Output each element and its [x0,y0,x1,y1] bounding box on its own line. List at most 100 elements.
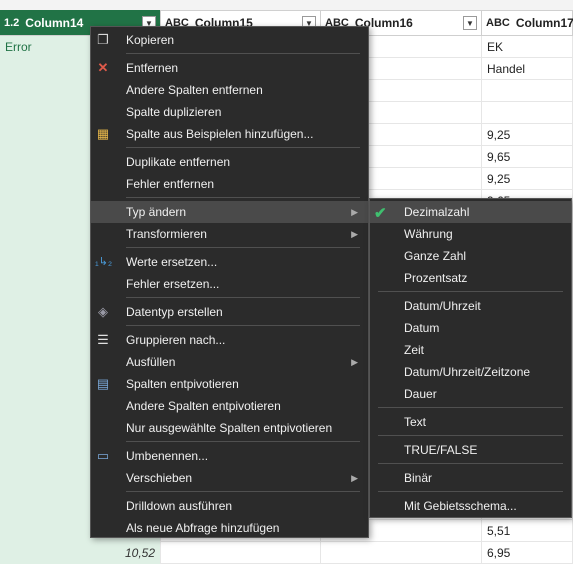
menu-item-label: Duplikate entfernen [126,155,231,169]
table-cell[interactable]: 9,25 [482,168,573,190]
copy-icon: ❐ [97,32,109,47]
menu-item-replace-values[interactable]: ₁↳₂ Werte ersetzen... [91,251,368,273]
type-option-duration[interactable]: Dauer [370,383,571,405]
menu-item-remove-other-columns[interactable]: Andere Spalten entfernen [91,79,368,101]
menu-item-label: Verschieben [126,471,193,485]
menu-item-label: Fehler ersetzen... [126,277,220,291]
menu-item-label: Datum/Uhrzeit/Zeitzone [404,365,531,379]
menu-item-remove[interactable]: ✕ Entfernen [91,57,368,79]
table-row: 10,52 6,95 [0,542,573,564]
menu-item-fill[interactable]: Ausfüllen ▶ [91,351,368,373]
menu-item-label: TRUE/FALSE [404,443,478,457]
type-option-datetime[interactable]: Datum/Uhrzeit [370,295,571,317]
submenu-arrow-icon: ▶ [351,357,358,367]
submenu-arrow-icon: ▶ [351,207,358,217]
table-cell[interactable] [482,80,573,102]
rename-icon: ▭ [96,448,110,463]
menu-item-remove-errors[interactable]: Fehler entfernen [91,173,368,195]
table-cell[interactable] [482,102,573,124]
menu-item-label: Dezimalzahl [404,205,470,219]
menu-item-label: Entfernen [126,61,179,75]
menu-separator [126,197,360,198]
menu-separator [378,291,563,292]
add-column-icon: ▦ [96,126,110,141]
submenu-arrow-icon: ▶ [351,229,358,239]
table-cell[interactable]: 5,51 [482,520,573,542]
type-option-currency[interactable]: Währung [370,223,571,245]
table-cell[interactable]: EK [482,36,573,58]
column-header-label: Column14 [25,15,84,30]
menu-item-label: Als neue Abfrage hinzufügen [126,521,280,535]
menu-item-duplicate-column[interactable]: Spalte duplizieren [91,101,368,123]
table-cell[interactable]: Handel [482,58,573,80]
type-option-text[interactable]: Text [370,411,571,433]
type-option-time[interactable]: Zeit [370,339,571,361]
menu-item-transform[interactable]: Transformieren ▶ [91,223,368,245]
menu-item-group-by[interactable]: ☰ Gruppieren nach... [91,329,368,351]
menu-separator [126,325,360,326]
menu-separator [126,147,360,148]
type-option-percentage[interactable]: Prozentsatz [370,267,571,289]
table-cell[interactable] [321,542,482,564]
menu-separator [378,435,563,436]
table-cell[interactable]: 10,52 [0,542,161,564]
menu-separator [378,463,563,464]
table-cell[interactable] [161,542,321,564]
column-context-menu: ❐ Kopieren ✕ Entfernen Andere Spalten en… [90,26,369,538]
type-option-whole-number[interactable]: Ganze Zahl [370,245,571,267]
menu-item-move[interactable]: Verschieben ▶ [91,467,368,489]
menu-separator [126,441,360,442]
data-type-icon: ◈ [98,304,108,319]
type-option-binary[interactable]: Binär [370,467,571,489]
menu-item-label: Zeit [404,343,425,357]
menu-separator [126,297,360,298]
menu-item-change-type[interactable]: Typ ändern ▶ [91,201,368,223]
menu-item-create-data-type[interactable]: ◈ Datentyp erstellen [91,301,368,323]
check-icon: ✔ [374,205,387,222]
menu-item-label: Mit Gebietsschema... [404,499,517,513]
menu-item-label: Währung [404,227,453,241]
remove-icon: ✕ [97,60,109,75]
menu-item-add-as-new-query[interactable]: Als neue Abfrage hinzufügen [91,517,368,539]
table-cell[interactable]: 9,25 [482,124,573,146]
menu-item-drilldown[interactable]: Drilldown ausführen [91,495,368,517]
type-option-decimal[interactable]: ✔ Dezimalzahl [370,201,571,223]
menu-item-remove-duplicates[interactable]: Duplikate entfernen [91,151,368,173]
type-option-datetimezone[interactable]: Datum/Uhrzeit/Zeitzone [370,361,571,383]
menu-separator [378,407,563,408]
menu-item-label: Dauer [404,387,437,401]
menu-item-unpivot-selected-columns[interactable]: Nur ausgewählte Spalten entpivotieren [91,417,368,439]
menu-separator [126,53,360,54]
menu-item-label: Text [404,415,427,429]
table-cell[interactable]: 9,65 [482,146,573,168]
menu-item-label: Datum/Uhrzeit [404,299,481,313]
menu-item-copy[interactable]: ❐ Kopieren [91,29,368,51]
menu-item-replace-errors[interactable]: Fehler ersetzen... [91,273,368,295]
menu-item-label: Spalte aus Beispielen hinzufügen... [126,127,314,141]
menu-item-unpivot-columns[interactable]: ▤ Spalten entpivotieren [91,373,368,395]
menu-item-label: Kopieren [126,33,175,47]
filter-dropdown-icon[interactable]: ▼ [463,16,477,30]
table-cell[interactable]: 6,95 [482,542,573,564]
type-option-using-locale[interactable]: Mit Gebietsschema... [370,495,571,517]
unpivot-icon: ▤ [96,376,110,391]
menu-item-rename[interactable]: ▭ Umbenennen... [91,445,368,467]
menu-item-label: Datentyp erstellen [126,305,223,319]
menu-separator [378,491,563,492]
menu-item-add-column-from-examples[interactable]: ▦ Spalte aus Beispielen hinzufügen... [91,123,368,145]
column-type-indicator[interactable]: 1.2 [4,17,19,29]
replace-values-icon: ₁↳₂ [95,256,113,268]
menu-item-label: Ausfüllen [126,355,176,369]
menu-item-label: Ganze Zahl [404,249,467,263]
menu-item-label: Spalten entpivotieren [126,377,239,391]
menu-item-unpivot-other-columns[interactable]: Andere Spalten entpivotieren [91,395,368,417]
column-header-column17[interactable]: ABC Column17 [482,10,573,36]
type-option-boolean[interactable]: TRUE/FALSE [370,439,571,461]
column-header-label: Column17 [515,15,573,30]
menu-separator [126,247,360,248]
menu-item-label: Binär [404,471,433,485]
column-type-indicator[interactable]: ABC [486,17,510,29]
menu-item-label: Andere Spalten entfernen [126,83,263,97]
type-option-date[interactable]: Datum [370,317,571,339]
menu-item-label: Drilldown ausführen [126,499,233,513]
